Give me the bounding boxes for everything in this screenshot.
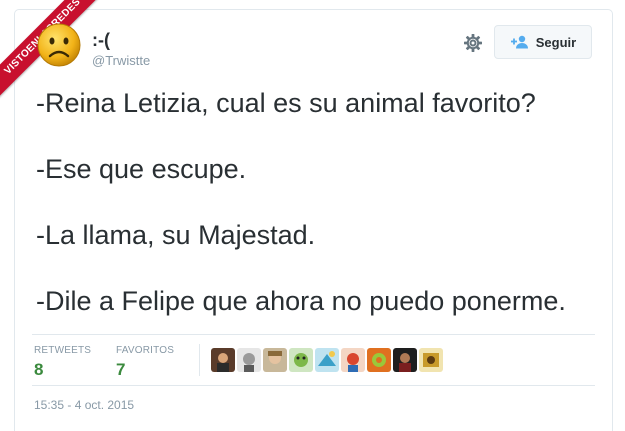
favoriters-avatars [211,348,443,372]
favoriter-avatar[interactable] [263,348,287,372]
favorites-count: 7 [116,360,126,379]
tweet-line: -Ese que escupe. [36,154,247,184]
favorites-label: FAVORITOS [116,345,175,356]
follow-button[interactable]: Seguir [494,25,592,59]
retweets-stat[interactable]: RETWEETS 8 [34,345,91,380]
favoriter-avatar[interactable] [211,348,235,372]
sad-face-emoji-icon[interactable] [36,22,82,68]
favoriter-avatar[interactable] [237,348,261,372]
retweets-label: RETWEETS [34,345,92,356]
tweet-line: -Dile a Felipe que ahora no puedo ponerm… [36,286,566,316]
tweet-timestamp[interactable]: 15:35 - 4 oct. 2015 [34,398,134,412]
favoriter-avatar[interactable] [289,348,313,372]
stats-bottom-divider [32,385,595,386]
gear-icon[interactable] [463,33,483,53]
favoriter-avatar[interactable] [367,348,391,372]
stats-separator [199,344,200,376]
favoriter-avatar[interactable] [341,348,365,372]
favorites-stat[interactable]: FAVORITOS 7 [116,345,174,380]
stats-top-divider [32,334,595,335]
author-display-name[interactable]: :-( [92,30,110,51]
author-handle[interactable]: @Trwistte [92,53,150,68]
tweet-line: -Reina Letizia, cual es su animal favori… [36,88,536,118]
favoriter-avatar[interactable] [419,348,443,372]
tweet-text: -Reina Letizia, cual es su animal favori… [36,86,596,350]
tweet-line: -La llama, su Majestad. [36,220,316,250]
add-user-icon [510,35,528,49]
favoriter-avatar[interactable] [315,348,339,372]
retweets-count: 8 [34,360,44,379]
follow-button-label: Seguir [535,34,577,50]
favoriter-avatar[interactable] [393,348,417,372]
